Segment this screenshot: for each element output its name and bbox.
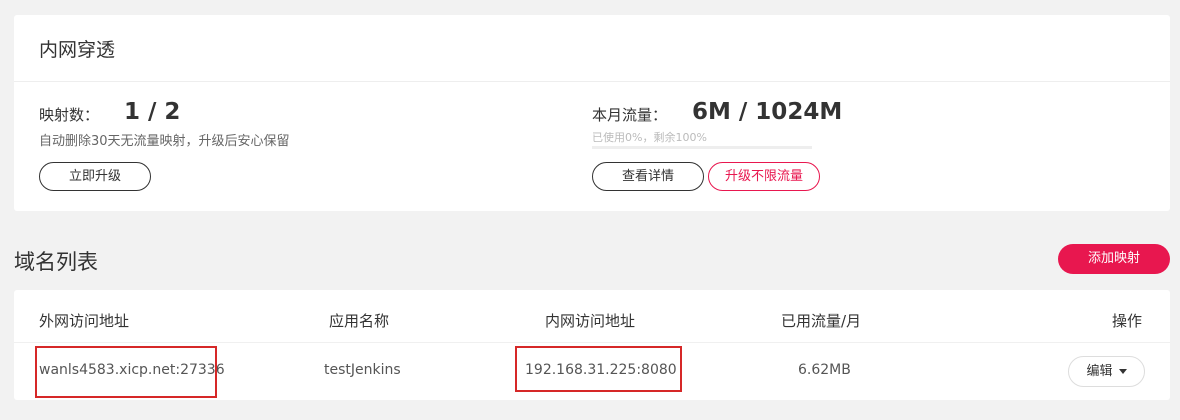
traffic-cell: 6.62MB (798, 362, 851, 378)
header-external-address: 外网访问地址 (39, 312, 130, 330)
domain-table: 外网访问地址 应用名称 内网访问地址 已用流量/月 操作 wanls4583.x… (14, 290, 1170, 400)
header-traffic: 已用流量/月 (781, 312, 862, 330)
card-divider (14, 81, 1170, 82)
view-details-button[interactable]: 查看详情 (592, 162, 704, 191)
edit-label: 编辑 (1086, 364, 1113, 379)
upgrade-now-button[interactable]: 立即升级 (39, 162, 151, 191)
tunnel-card: 内网穿透 映射数： 1 / 2 自动删除30天无流量映射，升级后安心保留 立即升… (14, 15, 1170, 211)
monthly-traffic-value: 6M / 1024M (692, 99, 843, 125)
domain-list-title: 域名列表 (14, 250, 98, 274)
app-name-cell: testJenkins (324, 362, 401, 378)
caret-down-icon (1118, 369, 1127, 374)
mapping-note: 自动删除30天无流量映射，升级后安心保留 (39, 134, 290, 149)
external-address-highlight (35, 346, 217, 398)
monthly-traffic-label: 本月流量： (592, 106, 668, 124)
header-actions: 操作 (1112, 312, 1143, 330)
row-divider (14, 342, 1170, 343)
internal-address-highlight (515, 346, 682, 392)
edit-dropdown-button[interactable]: 编辑 (1068, 356, 1145, 387)
traffic-usage-note: 已使用0%，剩余100% (592, 131, 707, 144)
mapping-count-value: 1 / 2 (124, 99, 181, 125)
header-internal-address: 内网访问地址 (545, 312, 636, 330)
header-app-name: 应用名称 (329, 312, 390, 330)
add-mapping-button[interactable]: 添加映射 (1058, 244, 1170, 274)
card-title: 内网穿透 (39, 39, 116, 61)
traffic-progress-bar (592, 146, 812, 149)
unlimited-traffic-button[interactable]: 升级不限流量 (708, 162, 820, 191)
mapping-count-label: 映射数： (39, 106, 100, 124)
